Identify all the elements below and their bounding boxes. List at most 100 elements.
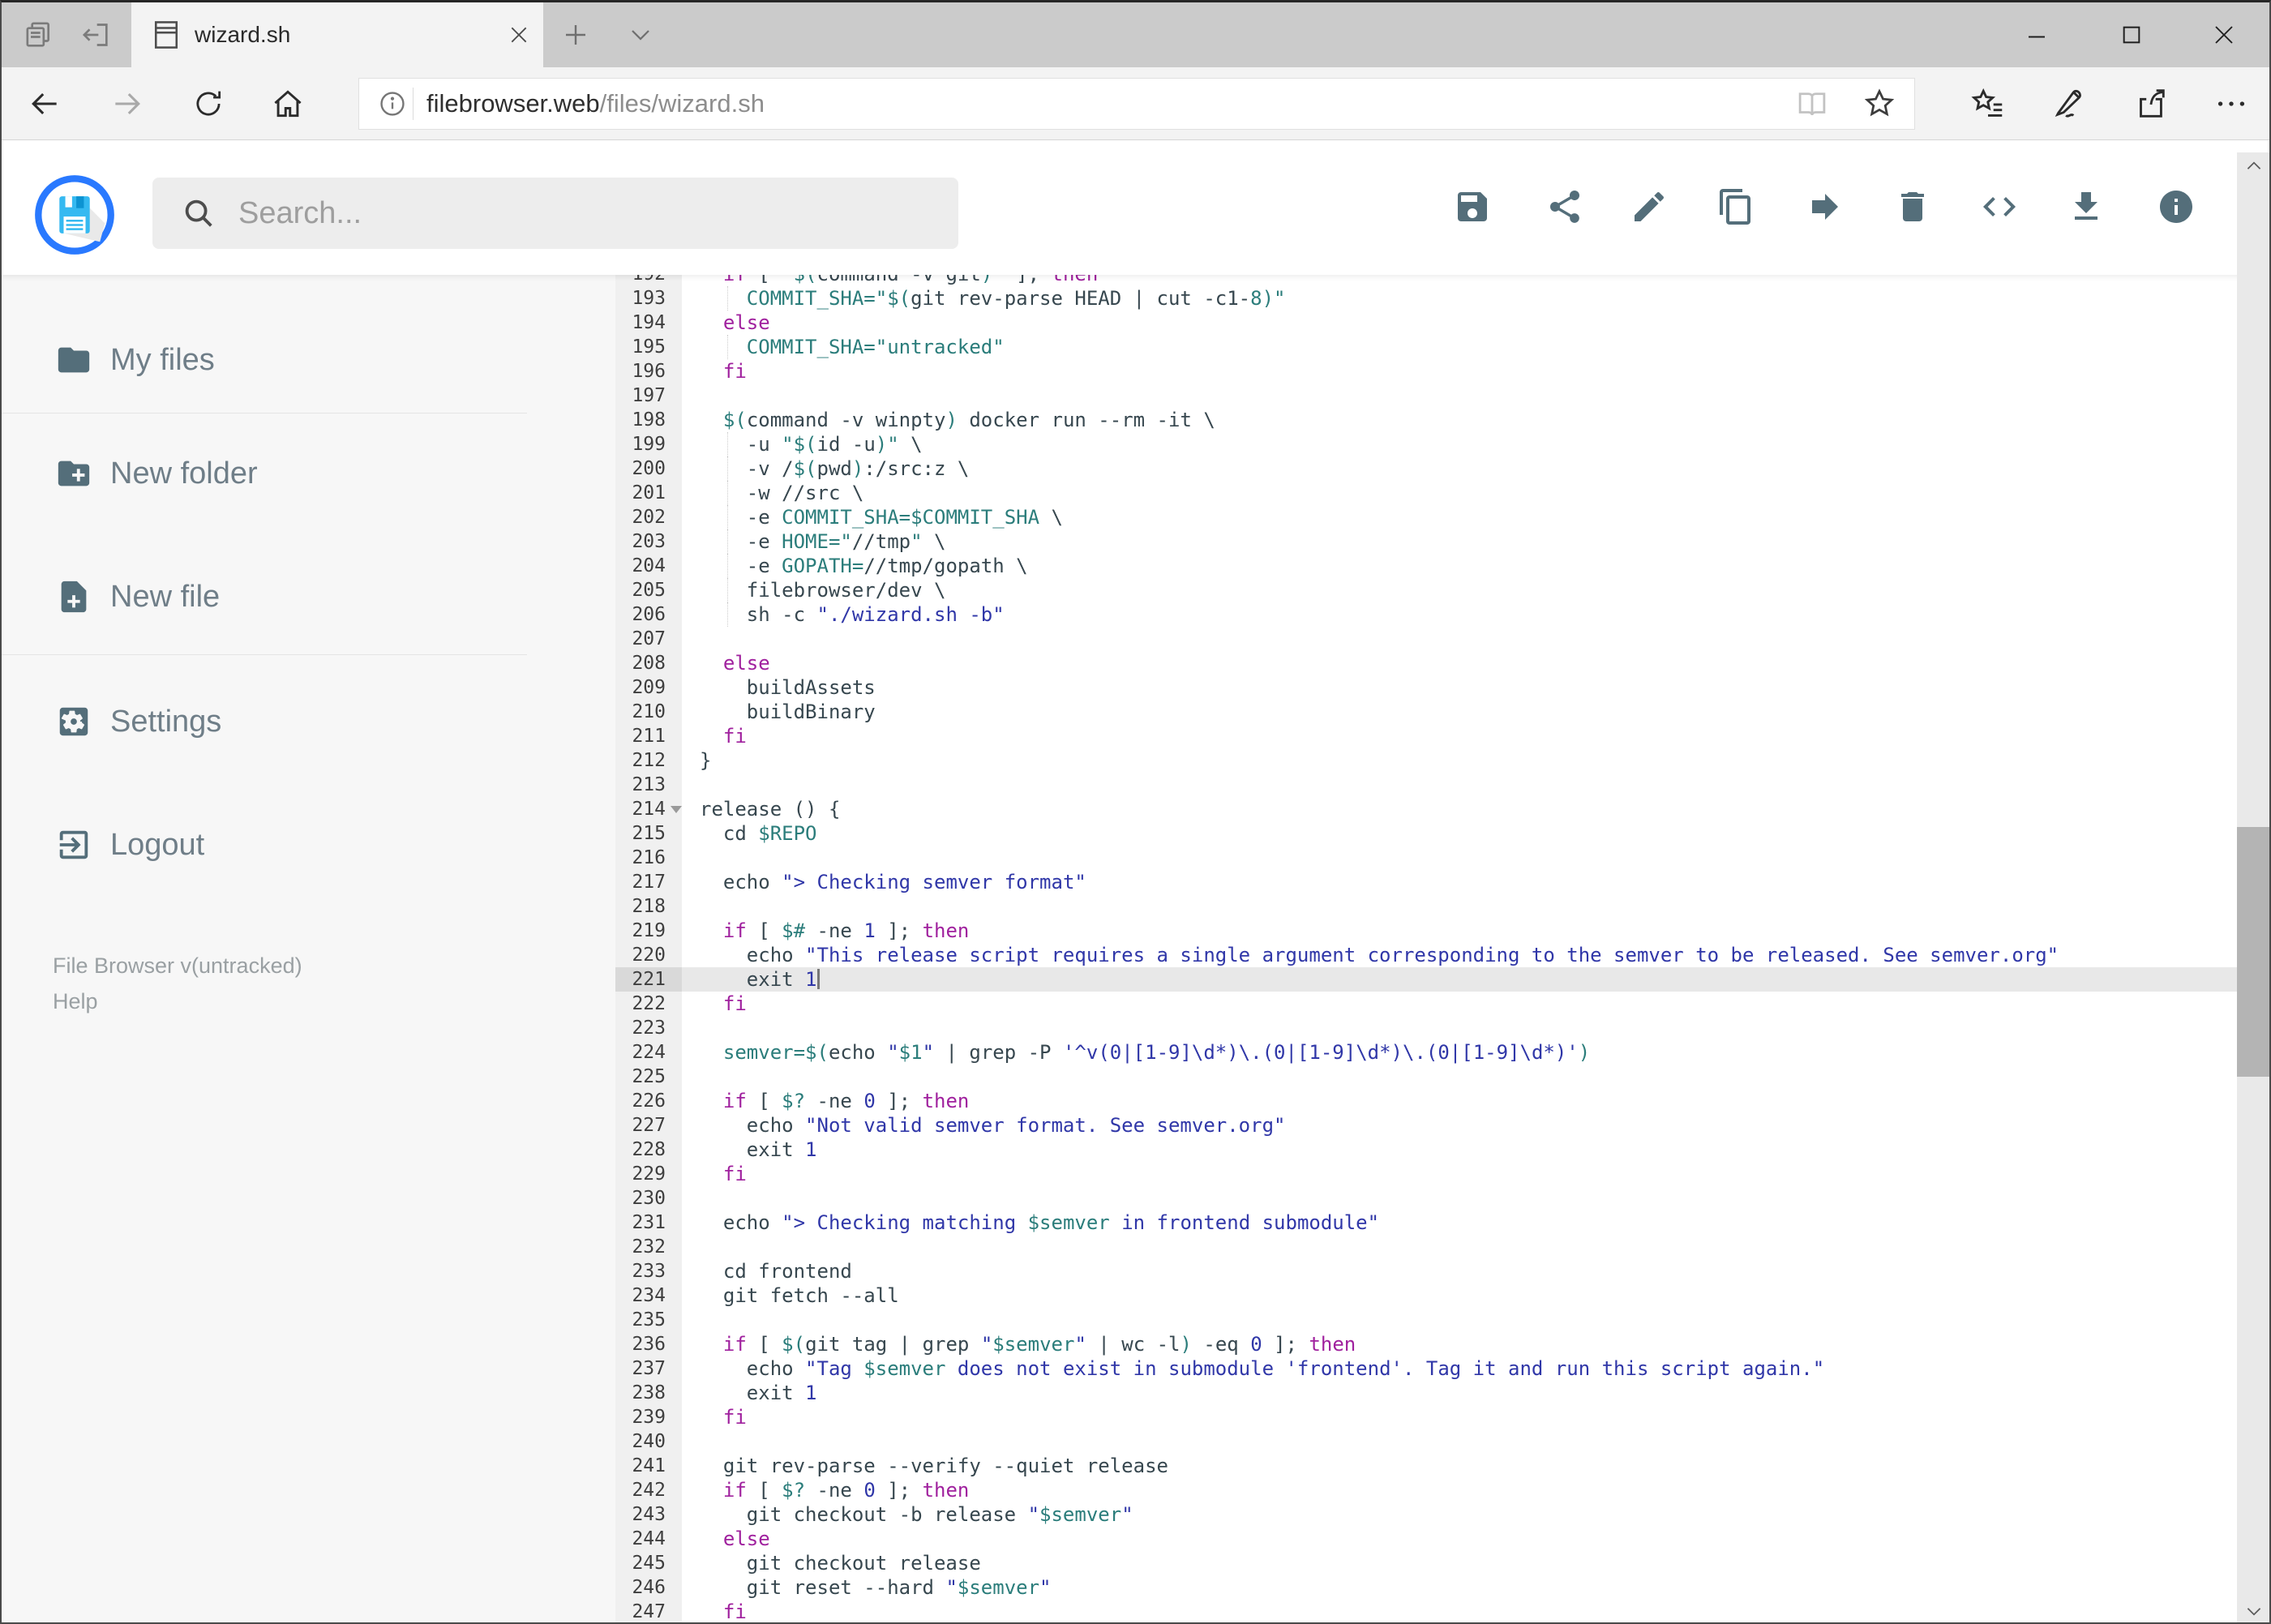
code-line-241[interactable]: 241 git rev-parse --verify --quiet relea…	[615, 1454, 2237, 1478]
code-line-205[interactable]: 205 filebrowser/dev \	[615, 578, 2237, 602]
code-line-225[interactable]: 225	[615, 1065, 2237, 1089]
code-line-243[interactable]: 243 git checkout -b release "$semver"	[615, 1502, 2237, 1527]
code-line-197[interactable]: 197	[615, 384, 2237, 408]
code-line-199[interactable]: 199 -u "$(id -u)" \	[615, 432, 2237, 456]
code-line-245[interactable]: 245 git checkout release	[615, 1551, 2237, 1575]
code-line-238[interactable]: 238 exit 1	[615, 1381, 2237, 1405]
code-icon[interactable]	[1977, 184, 2022, 229]
close-icon[interactable]	[2187, 2, 2260, 67]
scroll-up-icon[interactable]	[2237, 152, 2269, 180]
code-line-246[interactable]: 246 git reset --hard "$semver"	[615, 1575, 2237, 1600]
code-line-211[interactable]: 211 fi	[615, 724, 2237, 748]
code-line-219[interactable]: 219 if [ $# -ne 1 ]; then	[615, 919, 2237, 943]
code-line-237[interactable]: 237 echo "Tag $semver does not exist in …	[615, 1356, 2237, 1381]
code-line-247[interactable]: 247 fi	[615, 1600, 2237, 1622]
filebrowser-logo[interactable]	[32, 173, 117, 257]
code-line-218[interactable]: 218	[615, 894, 2237, 919]
home-icon[interactable]	[259, 75, 316, 132]
code-line-226[interactable]: 226 if [ $? -ne 0 ]; then	[615, 1089, 2237, 1113]
code-line-207[interactable]: 207	[615, 627, 2237, 651]
info-circle-icon[interactable]	[377, 88, 408, 119]
reading-view-icon[interactable]	[1780, 79, 1845, 129]
code-line-202[interactable]: 202 -e COMMIT_SHA=$COMMIT_SHA \	[615, 505, 2237, 529]
code-line-203[interactable]: 203 -e HOME="//tmp" \	[615, 529, 2237, 554]
code-line-216[interactable]: 216	[615, 846, 2237, 870]
info-icon[interactable]	[2153, 184, 2199, 229]
maximize-icon[interactable]	[2095, 2, 2168, 67]
code-editor[interactable]: 192 if [ "$(command -v git)" ]; then193 …	[615, 275, 2237, 1622]
code-line-196[interactable]: 196 fi	[615, 359, 2237, 384]
code-line-208[interactable]: 208 else	[615, 651, 2237, 675]
code-line-233[interactable]: 233 cd frontend	[615, 1259, 2237, 1283]
set-tabs-aside-icon[interactable]	[70, 2, 122, 67]
forward-icon[interactable]	[99, 75, 156, 132]
url-text[interactable]: filebrowser.web/files/wizard.sh	[426, 89, 1780, 118]
code-line-232[interactable]: 232	[615, 1235, 2237, 1259]
code-line-240[interactable]: 240	[615, 1429, 2237, 1454]
scroll-down-icon[interactable]	[2237, 1597, 2269, 1622]
code-line-236[interactable]: 236 if [ $(git tag | grep "$semver" | wc…	[615, 1332, 2237, 1356]
code-line-229[interactable]: 229 fi	[615, 1162, 2237, 1186]
code-line-228[interactable]: 228 exit 1	[615, 1138, 2237, 1162]
code-line-204[interactable]: 204 -e GOPATH=//tmp/gopath \	[615, 554, 2237, 578]
code-line-194[interactable]: 194 else	[615, 311, 2237, 335]
browser-tab[interactable]: wizard.sh	[131, 2, 543, 67]
back-icon[interactable]	[16, 75, 73, 132]
code-line-212[interactable]: 212}	[615, 748, 2237, 773]
code-line-209[interactable]: 209 buildAssets	[615, 675, 2237, 700]
code-line-223[interactable]: 223	[615, 1016, 2237, 1040]
code-line-206[interactable]: 206 sh -c "./wizard.sh -b"	[615, 602, 2237, 627]
sidebar-item-my-files[interactable]: My files	[2, 323, 527, 397]
more-icon[interactable]	[2200, 75, 2262, 132]
code-line-242[interactable]: 242 if [ $? -ne 0 ]; then	[615, 1478, 2237, 1502]
vertical-scrollbar[interactable]	[2237, 152, 2269, 1622]
code-line-198[interactable]: 198 $(command -v winpty) docker run --rm…	[615, 408, 2237, 432]
fold-arrow-icon[interactable]	[671, 806, 682, 819]
code-line-217[interactable]: 217 echo "> Checking semver format"	[615, 870, 2237, 894]
download-icon[interactable]	[2063, 184, 2109, 229]
share-page-icon[interactable]	[2119, 75, 2181, 132]
code-line-193[interactable]: 193 COMMIT_SHA="$(git rev-parse HEAD | c…	[615, 286, 2237, 311]
code-line-235[interactable]: 235	[615, 1308, 2237, 1332]
code-line-244[interactable]: 244 else	[615, 1527, 2237, 1551]
refresh-icon[interactable]	[180, 75, 237, 132]
tab-list-chevron-icon[interactable]	[615, 2, 666, 67]
code-line-227[interactable]: 227 echo "Not valid semver format. See s…	[615, 1113, 2237, 1138]
web-note-icon[interactable]	[2038, 75, 2100, 132]
tab-preview-icon[interactable]	[13, 2, 65, 67]
code-line-221[interactable]: 221 exit 1	[615, 967, 2237, 992]
code-line-224[interactable]: 224 semver=$(echo "$1" | grep -P '^v(0|[…	[615, 1040, 2237, 1065]
address-bar[interactable]: filebrowser.web/files/wizard.sh	[358, 78, 1915, 130]
code-line-222[interactable]: 222 fi	[615, 992, 2237, 1016]
help-link[interactable]: Help	[53, 983, 302, 1019]
code-line-210[interactable]: 210 buildBinary	[615, 700, 2237, 724]
minimize-icon[interactable]	[2000, 2, 2073, 67]
edit-icon[interactable]	[1626, 184, 1672, 229]
code-line-231[interactable]: 231 echo "> Checking matching $semver in…	[615, 1211, 2237, 1235]
favorite-star-icon[interactable]	[1845, 79, 1914, 129]
scrollbar-thumb[interactable]	[2237, 827, 2269, 1077]
code-line-200[interactable]: 200 -v /$(pwd):/src:z \	[615, 456, 2237, 481]
search-box[interactable]	[152, 178, 958, 249]
code-line-201[interactable]: 201 -w //src \	[615, 481, 2237, 505]
hub-icon[interactable]	[1957, 75, 2019, 132]
code-line-215[interactable]: 215 cd $REPO	[615, 821, 2237, 846]
delete-icon[interactable]	[1890, 184, 1935, 229]
code-line-192[interactable]: 192 if [ "$(command -v git)" ]; then	[615, 275, 2237, 286]
save-icon[interactable]	[1450, 184, 1495, 229]
code-line-234[interactable]: 234 git fetch --all	[615, 1283, 2237, 1308]
sidebar-item-new-folder[interactable]: New folder	[2, 436, 527, 511]
copy-icon[interactable]	[1713, 184, 1759, 229]
sidebar-item-logout[interactable]: Logout	[2, 808, 527, 882]
code-line-239[interactable]: 239 fi	[615, 1405, 2237, 1429]
move-icon[interactable]	[1802, 184, 1848, 229]
code-line-214[interactable]: 214 release () {	[615, 797, 2237, 821]
code-line-195[interactable]: 195 COMMIT_SHA="untracked"	[615, 335, 2237, 359]
code-line-213[interactable]: 213	[615, 773, 2237, 797]
search-input[interactable]	[237, 195, 872, 232]
close-tab-icon[interactable]	[495, 2, 543, 67]
sidebar-item-settings[interactable]: Settings	[2, 684, 527, 759]
new-tab-icon[interactable]	[550, 2, 602, 67]
share-icon[interactable]	[1542, 184, 1588, 229]
code-line-220[interactable]: 220 echo "This release script requires a…	[615, 943, 2237, 967]
